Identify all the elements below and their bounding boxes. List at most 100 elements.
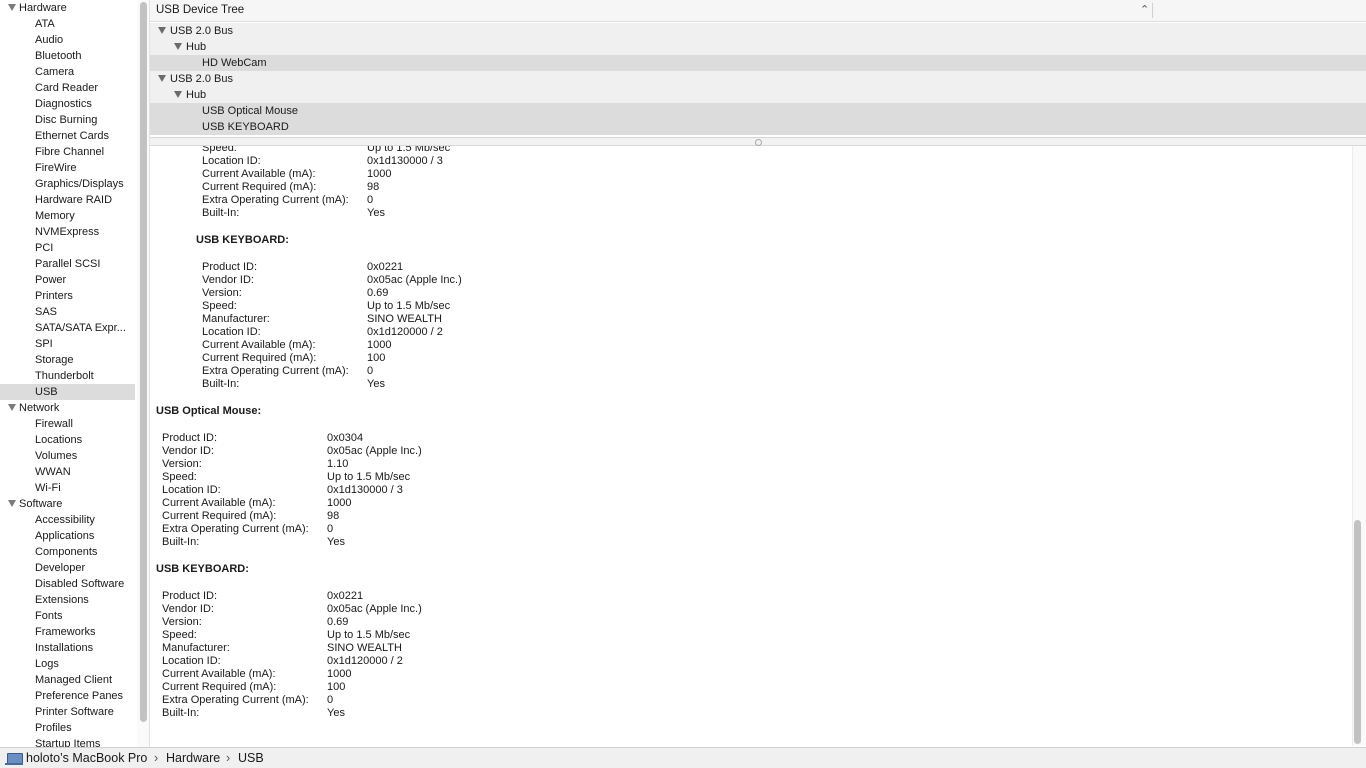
sidebar-item[interactable]: Hardware RAID: [0, 192, 135, 208]
sidebar-category-software[interactable]: Software: [0, 496, 135, 512]
property-value: 0x1d120000 / 2: [327, 655, 403, 667]
disclosure-triangle-icon[interactable]: [8, 500, 16, 507]
property-key: Speed:: [202, 146, 237, 154]
property-value: Yes: [327, 707, 345, 719]
tree-row[interactable]: USB Optical Mouse: [150, 103, 1366, 119]
split-view-divider[interactable]: [150, 137, 1366, 146]
sidebar-item[interactable]: Parallel SCSI: [0, 256, 135, 272]
property-key: Extra Operating Current (mA):: [202, 194, 349, 206]
property-value: SINO WEALTH: [327, 642, 402, 654]
sidebar-item[interactable]: SAS: [0, 304, 135, 320]
disclosure-triangle-icon[interactable]: [8, 4, 16, 11]
tree-row[interactable]: HD WebCam: [150, 55, 1366, 71]
path-separator-icon: ›: [226, 751, 231, 765]
sidebar-item[interactable]: Managed Client: [0, 672, 135, 688]
sidebar-item[interactable]: Fonts: [0, 608, 135, 624]
tree-row-label: USB 2.0 Bus: [170, 25, 233, 37]
property-value: 0x05ac (Apple Inc.): [327, 445, 422, 457]
sidebar-item[interactable]: Volumes: [0, 448, 135, 464]
sidebar-category-network[interactable]: Network: [0, 400, 135, 416]
sidebar-item[interactable]: Graphics/Displays: [0, 176, 135, 192]
sidebar-item[interactable]: Camera: [0, 64, 135, 80]
sidebar-item[interactable]: Wi-Fi: [0, 480, 135, 496]
sidebar-item[interactable]: Diagnostics: [0, 96, 135, 112]
sidebar-item[interactable]: Extensions: [0, 592, 135, 608]
disclosure-triangle-icon[interactable]: [174, 91, 182, 98]
sidebar-item[interactable]: Startup Items: [0, 736, 135, 747]
sidebar-item[interactable]: SATA/SATA Expr...: [0, 320, 135, 336]
sidebar-item[interactable]: Fibre Channel: [0, 144, 135, 160]
sidebar-item[interactable]: Card Reader: [0, 80, 135, 96]
sidebar-item[interactable]: Accessibility: [0, 512, 135, 528]
sort-ascending-icon[interactable]: ⌃: [1140, 3, 1149, 16]
path-computer[interactable]: holoto’s MacBook Pro: [26, 751, 147, 765]
property-key: Product ID:: [202, 261, 258, 273]
sidebar-category-hardware[interactable]: Hardware: [0, 0, 135, 16]
sidebar-item[interactable]: Thunderbolt: [0, 368, 135, 384]
sidebar: Hardware ATA Audio Bluetooth Camera Card Read…: [0, 0, 138, 747]
property-value: 0x0221: [327, 590, 364, 602]
column-divider: [1152, 3, 1153, 18]
tree-row[interactable]: USB 2.0 Bus: [150, 71, 1366, 87]
device-section-title: USB KEYBOARD:: [156, 563, 249, 575]
sidebar-item[interactable]: Audio: [0, 32, 135, 48]
path-separator-icon: ›: [154, 751, 159, 765]
tree-row[interactable]: Hub: [150, 39, 1366, 55]
sidebar-item[interactable]: USB: [0, 384, 135, 400]
property-key: Location ID:: [162, 655, 221, 667]
sidebar-item[interactable]: WWAN: [0, 464, 135, 480]
device-detail-pane: Speed: Up to 1.5 Mb/sec Location ID: 0x1d13…: [150, 146, 1352, 746]
path-bar: holoto’s MacBook Pro › Hardware › USB: [0, 747, 1366, 768]
sidebar-item[interactable]: FireWire: [0, 160, 135, 176]
path-section[interactable]: Hardware: [166, 751, 220, 765]
sidebar-item[interactable]: Preference Panes: [0, 688, 135, 704]
sidebar-item[interactable]: PCI: [0, 240, 135, 256]
device-section-title: USB KEYBOARD:: [196, 234, 289, 246]
sidebar-item[interactable]: Profiles: [0, 720, 135, 736]
sidebar-item[interactable]: Printers: [0, 288, 135, 304]
tree-row[interactable]: USB 2.0 Bus: [150, 23, 1366, 39]
property-key: Current Required (mA):: [202, 181, 317, 193]
sidebar-item[interactable]: Installations: [0, 640, 135, 656]
sidebar-item[interactable]: Frameworks: [0, 624, 135, 640]
tree-row[interactable]: Hub: [150, 87, 1366, 103]
sidebar-item[interactable]: Storage: [0, 352, 135, 368]
path-item[interactable]: USB: [238, 751, 264, 765]
sidebar-item[interactable]: ATA: [0, 16, 135, 32]
sidebar-item[interactable]: Logs: [0, 656, 135, 672]
sidebar-item[interactable]: Bluetooth: [0, 48, 135, 64]
sidebar-item[interactable]: Applications: [0, 528, 135, 544]
sidebar-item[interactable]: SPI: [0, 336, 135, 352]
sidebar-item[interactable]: Locations: [0, 432, 135, 448]
device-tree-title[interactable]: USB Device Tree: [156, 4, 244, 16]
property-key: Built-In:: [202, 378, 240, 390]
property-key: Version:: [162, 458, 202, 470]
sidebar-scrollbar-thumb[interactable]: [140, 2, 147, 722]
property-value: 0x0221: [367, 261, 404, 273]
property-key: Location ID:: [162, 484, 221, 496]
property-key: Version:: [162, 616, 202, 628]
disclosure-triangle-icon[interactable]: [158, 27, 166, 34]
sidebar-item[interactable]: Disc Burning: [0, 112, 135, 128]
sidebar-item[interactable]: Disabled Software: [0, 576, 135, 592]
detail-scrollbar-thumb[interactable]: [1354, 520, 1361, 744]
sidebar-item[interactable]: Printer Software: [0, 704, 135, 720]
sidebar-item[interactable]: NVMExpress: [0, 224, 135, 240]
sidebar-item[interactable]: Memory: [0, 208, 135, 224]
sidebar-item[interactable]: Firewall: [0, 416, 135, 432]
sidebar-item[interactable]: Components: [0, 544, 135, 560]
sidebar-item[interactable]: Developer: [0, 560, 135, 576]
tree-row[interactable]: USB KEYBOARD: [150, 119, 1366, 135]
property-value: 0: [327, 523, 334, 535]
sidebar-item[interactable]: Ethernet Cards: [0, 128, 135, 144]
sidebar-item[interactable]: Power: [0, 272, 135, 288]
split-handle-icon[interactable]: [755, 139, 762, 146]
property-value: 0x05ac (Apple Inc.): [367, 274, 462, 286]
disclosure-triangle-icon[interactable]: [174, 43, 182, 50]
property-key: Version:: [202, 287, 242, 299]
property-key: Current Available (mA):: [162, 497, 276, 509]
property-key: Extra Operating Current (mA):: [162, 523, 309, 535]
disclosure-triangle-icon[interactable]: [8, 404, 16, 411]
property-key: Location ID:: [202, 155, 261, 167]
disclosure-triangle-icon[interactable]: [158, 75, 166, 82]
